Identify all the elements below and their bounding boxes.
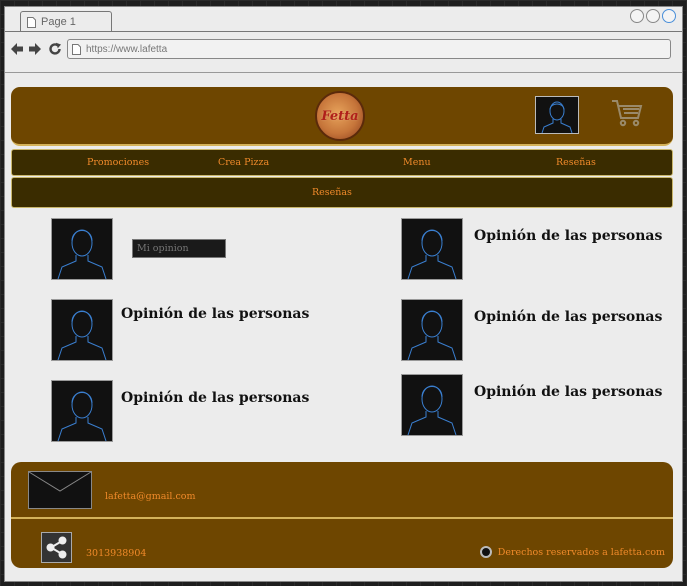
nav-item-crea-pizza[interactable]: Crea Pizza: [218, 150, 269, 175]
person-icon: [407, 229, 457, 280]
address-divider: [5, 72, 682, 73]
site-header: Fetta: [11, 87, 673, 146]
page-icon: [72, 43, 81, 55]
back-arrow-icon[interactable]: [10, 42, 24, 56]
logo-text: Fetta: [321, 108, 359, 124]
footer-email[interactable]: lafetta@gmail.com: [105, 491, 196, 502]
copyright-text: Derechos reservados a lafetta.com: [497, 546, 665, 558]
reload-icon[interactable]: [48, 42, 62, 56]
person-icon: [407, 385, 457, 436]
tab-bar: Page 1: [5, 7, 682, 33]
nav-item-promociones[interactable]: Promociones: [87, 150, 149, 175]
avatar: [401, 374, 463, 436]
minimize-button[interactable]: [630, 9, 644, 23]
address-bar: https://www.lafetta: [5, 32, 682, 72]
browser-tab[interactable]: Page 1: [20, 11, 112, 32]
avatar: [401, 299, 463, 361]
review-text: Opinión de las personas: [474, 384, 663, 400]
my-opinion-input[interactable]: [132, 239, 226, 258]
avatar: [401, 218, 463, 280]
sub-nav: Reseñas: [11, 177, 673, 208]
person-icon: [407, 310, 457, 361]
window-controls: [630, 9, 676, 23]
review-text: Opinión de las personas: [474, 228, 663, 244]
review-text: Opinión de las personas: [121, 390, 310, 406]
avatar: [51, 380, 113, 442]
footer-phone: 3013938904: [86, 548, 147, 559]
nav-item-resenas[interactable]: Reseñas: [556, 150, 596, 175]
url-input[interactable]: https://www.lafetta: [67, 39, 671, 59]
main-nav: Promociones Crea Pizza Menu Reseñas: [11, 149, 673, 176]
pizza-logo[interactable]: Fetta: [315, 91, 365, 141]
maximize-button[interactable]: [646, 9, 660, 23]
tab-title: Page 1: [41, 16, 76, 28]
sub-nav-item-resenas[interactable]: Reseñas: [312, 178, 352, 207]
person-icon: [57, 391, 107, 442]
nav-item-menu[interactable]: Menu: [403, 150, 431, 175]
avatar: [51, 218, 113, 280]
forward-arrow-icon[interactable]: [28, 42, 42, 56]
review-text: Opinión de las personas: [121, 306, 310, 322]
share-glyph-icon: [46, 536, 67, 559]
page-icon: [27, 16, 36, 28]
avatar: [51, 299, 113, 361]
copyright-icon: [479, 546, 492, 558]
site-footer: lafetta@gmail.com 3013938904 Derechos re…: [11, 462, 673, 568]
person-icon: [57, 310, 107, 361]
review-text: Opinión de las personas: [474, 309, 663, 325]
footer-copyright: Derechos reservados a lafetta.com: [479, 546, 665, 558]
url-text: https://www.lafetta: [86, 43, 168, 55]
person-icon: [57, 229, 107, 280]
person-icon: [541, 101, 573, 134]
profile-icon[interactable]: [535, 96, 579, 134]
mail-icon[interactable]: [28, 471, 92, 509]
browser-window: Page 1 https://www.lafetta Fetta Promoci…: [4, 6, 683, 582]
close-button[interactable]: [662, 9, 676, 23]
footer-divider: [11, 517, 673, 519]
share-icon[interactable]: [41, 532, 72, 563]
shopping-cart-icon[interactable]: [611, 98, 643, 128]
